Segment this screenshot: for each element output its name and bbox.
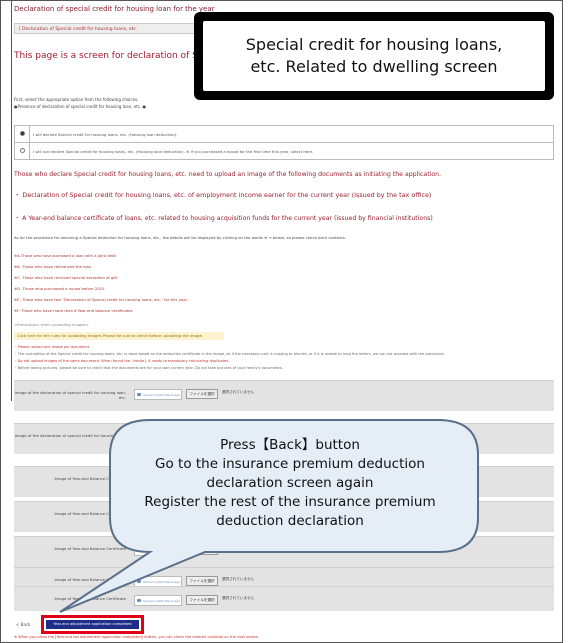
callout-bottom-line: deduction declaration bbox=[216, 513, 364, 529]
annotation-callout-bubble bbox=[59, 419, 479, 613]
callout-bottom-line: declaration screen again bbox=[206, 475, 374, 491]
callout-bottom-line: Go to the insurance premium deduction bbox=[155, 456, 425, 472]
callout-bottom-line: Register the rest of the insurance premi… bbox=[144, 494, 436, 510]
callout-bottom-line: Press【Back】button bbox=[220, 437, 360, 453]
annotation-callout-text: Press【Back】button Go to the insurance pr… bbox=[120, 436, 460, 531]
